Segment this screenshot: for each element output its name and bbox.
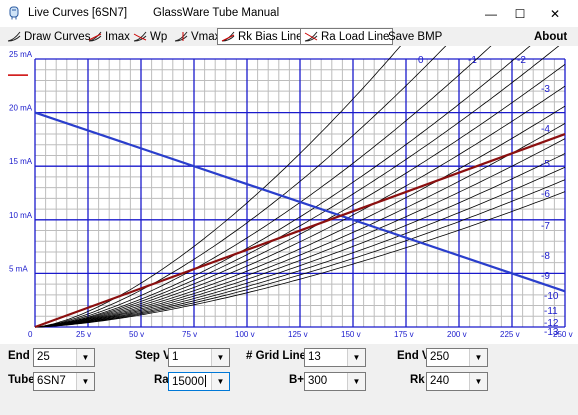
grid-voltage-label: -11 (544, 306, 558, 317)
grid-curve-0 (34, 31, 413, 328)
x-tick-label: 150 v (341, 330, 361, 339)
grid-voltage-label: -1 (468, 55, 477, 66)
grid-voltage-label: -3 (541, 84, 550, 95)
minimize-icon: — (485, 6, 497, 21)
curves-red-icon (221, 31, 235, 42)
save-bmp-button[interactable]: Save BMP (388, 29, 442, 44)
maximize-icon: ☐ (514, 6, 526, 21)
grid-voltage-label: 0 (418, 55, 424, 66)
grid-lines-label: # Grid Lines (246, 350, 313, 362)
b-plus-label: B+ (289, 374, 305, 386)
plate-curves-chart: 5 mA 10 mA 15 mA 20 mA 25 mA 0 25 v 50 v 75 v 100… (0, 31, 578, 344)
maximize-button[interactable]: ☐ (503, 0, 537, 27)
x-tick-label: 25 v (76, 330, 91, 339)
axis-labels: 5 mA 10 mA 15 mA 20 mA 25 mA 0 25 v 50 v 75 v 100… (8, 50, 573, 339)
chevron-down-icon[interactable]: ▼ (469, 349, 487, 366)
step-v-label: Step V (135, 350, 171, 362)
end-i-value: 25 (37, 351, 50, 363)
curves-red-icon (304, 31, 318, 42)
tube-value: 6SN7 (37, 375, 66, 387)
grid-voltage-label: -2 (517, 55, 526, 66)
ra-value: 15000 (172, 375, 206, 388)
x-tick-label: 175 v (394, 330, 414, 339)
chevron-down-icon[interactable]: ▼ (76, 373, 94, 390)
x-tick-label: 200 v (447, 330, 467, 339)
step-v-value: 1 (172, 351, 179, 363)
grid-lines-value: 13 (308, 351, 321, 363)
chevron-down-icon[interactable]: ▼ (347, 349, 365, 366)
menu-bar: Draw Curves Imax Wp Vmax Rk Bias Line Ra… (0, 27, 578, 47)
tube-label: Tube (8, 374, 35, 386)
chevron-down-icon[interactable]: ▼ (211, 373, 229, 390)
window-title: Live Curves [6SN7] (28, 7, 128, 19)
grid-voltage-label: -6 (541, 189, 550, 200)
app-tube-icon (9, 6, 19, 20)
x-tick-label: 100 v (235, 330, 255, 339)
x-tick-label: 50 v (129, 330, 144, 339)
grid-voltage-label: -8 (541, 251, 550, 262)
x-tick-label: 0 (28, 330, 33, 339)
rk-value: 240 (430, 375, 450, 387)
curves-red-icon (174, 31, 188, 42)
b-plus-value: 300 (308, 375, 328, 387)
grid-voltage-label: -7 (541, 221, 550, 232)
rk-select[interactable]: 240 ▼ (426, 372, 488, 391)
grid-voltage-label: -9 (541, 271, 550, 282)
rk-label: Rk (410, 374, 425, 386)
grid-voltage-label: -13 (544, 327, 559, 338)
grid-voltage-label: -4 (541, 124, 550, 135)
chevron-down-icon[interactable]: ▼ (469, 373, 487, 390)
chevron-down-icon[interactable]: ▼ (76, 349, 94, 366)
curves-red-icon (133, 31, 147, 42)
ra-load-line-toggle[interactable]: Ra Load Line (300, 28, 394, 45)
b-plus-select[interactable]: 300 ▼ (304, 372, 366, 391)
close-button[interactable]: ✕ (538, 0, 572, 27)
end-v-label: End V (397, 350, 430, 362)
curves-red-icon (88, 31, 102, 42)
wp-button[interactable]: Wp (133, 29, 167, 44)
end-i-select[interactable]: 25 ▼ (33, 348, 95, 367)
grid-voltage-label: -10 (544, 291, 559, 302)
y-tick-label: 15 mA (9, 157, 33, 166)
draw-curves-button[interactable]: Draw Curves (7, 29, 90, 44)
end-i-label: End I (8, 350, 37, 362)
vmax-button[interactable]: Vmax (174, 29, 220, 44)
chevron-down-icon[interactable]: ▼ (211, 349, 229, 366)
x-tick-label: 75 v (182, 330, 197, 339)
rk-bias-line-toggle[interactable]: Rk Bias Line (217, 28, 307, 45)
about-button[interactable]: About (534, 29, 567, 44)
app-name: GlassWare Tube Manual (153, 7, 280, 19)
chart-canvas: 5 mA 10 mA 15 mA 20 mA 25 mA 0 25 v 50 v 75 v 100… (8, 31, 573, 339)
grid-lines-select[interactable]: 13 ▼ (304, 348, 366, 367)
ra-label: Ra (154, 374, 169, 386)
y-tick-label: 5 mA (9, 264, 28, 273)
curves-icon (7, 31, 21, 42)
step-v-select[interactable]: 1 ▼ (168, 348, 230, 367)
y-tick-label: 25 mA (9, 50, 33, 59)
end-v-select[interactable]: 250 ▼ (426, 348, 488, 367)
imax-button[interactable]: Imax (88, 29, 130, 44)
text-caret (204, 375, 206, 387)
close-icon: ✕ (549, 6, 561, 21)
y-tick-label: 10 mA (9, 211, 33, 220)
x-tick-label: 225 v (500, 330, 520, 339)
ra-select[interactable]: 15000 ▼ (168, 372, 230, 391)
title-bar: Live Curves [6SN7] GlassWare Tube Manual… (0, 0, 578, 27)
controls-panel: End I 25 ▼ Step V 1 ▼ # Grid Lines 13 ▼ … (0, 344, 578, 415)
grid-voltage-label: -5 (541, 159, 550, 170)
y-tick-label: 20 mA (9, 104, 33, 113)
end-v-value: 250 (430, 351, 450, 363)
grid-curve-2 (34, 31, 506, 328)
major-grid (34, 58, 566, 328)
chevron-down-icon[interactable]: ▼ (347, 373, 365, 390)
x-tick-label: 125 v (288, 330, 308, 339)
tube-select[interactable]: 6SN7 ▼ (33, 372, 95, 391)
